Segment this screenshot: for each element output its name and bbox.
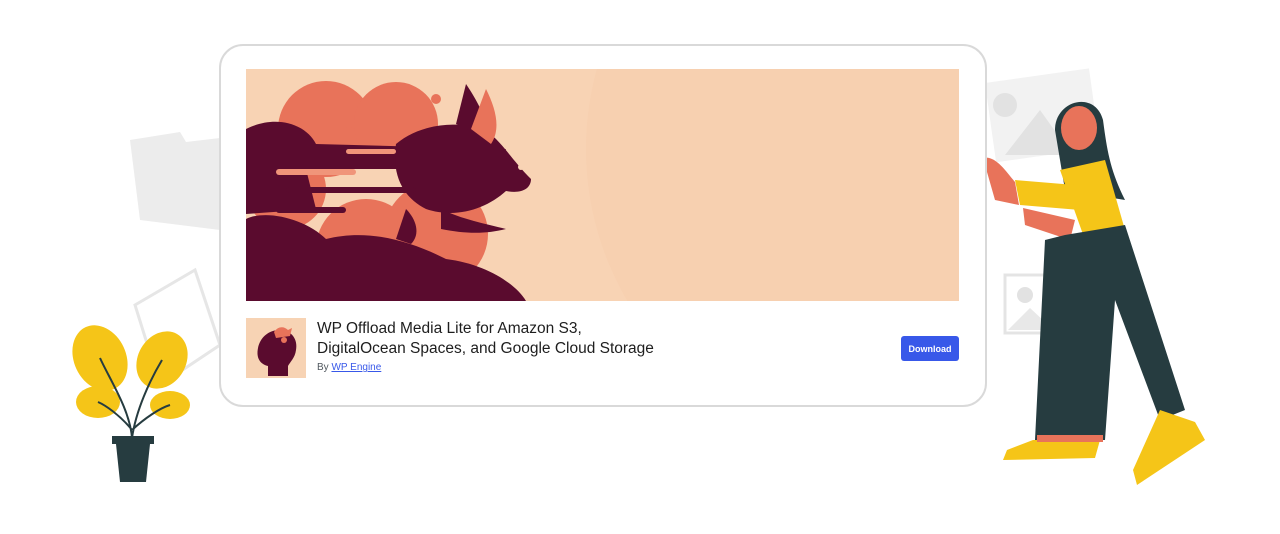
author-prefix: By [317,362,329,373]
potted-plant-illustration [72,325,190,482]
head-silhouette-icon [246,318,306,378]
plugin-banner [246,69,959,301]
download-button[interactable]: Download [901,336,959,361]
plugin-author: By WP Engine [317,362,381,373]
plugin-title-line-1: WP Offload Media Lite for Amazon S3, [317,320,582,337]
author-link[interactable]: WP Engine [331,362,381,373]
rabbit-illustration [246,69,959,301]
plugin-icon [246,318,306,378]
plugin-title: WP Offload Media Lite for Amazon S3, Dig… [317,319,737,359]
woman-illustration [983,101,1205,485]
plugin-card: WP Offload Media Lite for Amazon S3, Dig… [219,44,987,407]
folder-placeholder-icon [130,132,220,230]
plugin-title-line-2: DigitalOcean Spaces, and Google Cloud St… [317,340,654,357]
